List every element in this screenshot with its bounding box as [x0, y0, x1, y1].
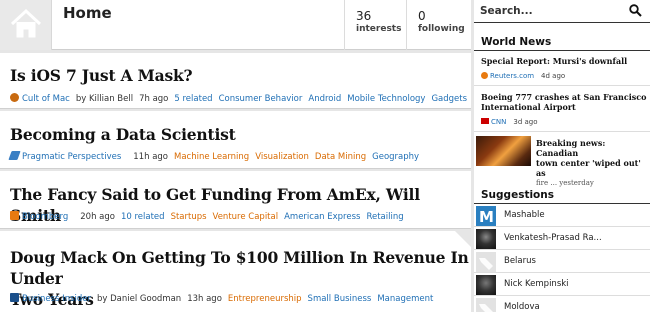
- home-button[interactable]: [0, 0, 52, 50]
- news-time: 4d ago: [541, 72, 566, 80]
- news-time: 3d ago: [513, 118, 538, 126]
- suggestion-item[interactable]: Belarus: [474, 251, 650, 273]
- topic-tag[interactable]: Startups: [171, 212, 207, 222]
- suggestion-name[interactable]: Moldova: [504, 302, 540, 312]
- topic-tag[interactable]: Retailing: [366, 212, 403, 222]
- article-card[interactable]: Doug Mack On Getting To $100 Million In …: [0, 231, 471, 312]
- article-meta: Business Insider by Daniel Goodman 13h ago…: [10, 293, 439, 305]
- suggestion-name[interactable]: Venkatesh-Prasad Ra...: [504, 233, 602, 243]
- article-meta: Pragmatic Perspectives 11h ago Machine Lea…: [8, 151, 425, 163]
- topic-tag[interactable]: Venture Capital: [213, 212, 279, 222]
- article-time: 20h ago: [80, 212, 115, 222]
- page-fold-corner: [455, 231, 471, 247]
- article-author: by Daniel Goodman: [97, 294, 182, 304]
- article-card[interactable]: Is iOS 7 Just A Mask? Cult of Mac by Kill…: [0, 53, 471, 109]
- article-source[interactable]: Bloomberg: [10, 211, 68, 222]
- article-meta: Bloomberg 20h ago 10 related Startups Ventur…: [10, 211, 410, 223]
- business-insider-icon: [10, 293, 19, 302]
- topic-tag[interactable]: American Express: [284, 212, 360, 222]
- search-bar: [474, 0, 650, 23]
- pragmatic-perspectives-icon: [8, 151, 21, 160]
- topic-tag[interactable]: Consumer Behavior: [219, 94, 303, 104]
- article-source[interactable]: Pragmatic Perspectives: [8, 151, 121, 162]
- article-title[interactable]: Becoming a Data Scientist: [10, 124, 236, 145]
- article-time: 13h ago: [187, 294, 222, 304]
- news-headline[interactable]: Breaking news: Canadian town center 'wip…: [536, 138, 650, 188]
- news-source[interactable]: CNN: [481, 118, 506, 126]
- suggestions-heading: Suggestions: [474, 188, 650, 204]
- topic-tag[interactable]: Gadgets: [431, 94, 467, 104]
- suggestion-item[interactable]: Moldova: [474, 297, 650, 312]
- article-title[interactable]: Is iOS 7 Just A Mask?: [10, 65, 193, 86]
- avatar: [476, 275, 496, 295]
- tag-placeholder-icon: [476, 298, 496, 312]
- interests-stat[interactable]: 36 interests: [344, 0, 406, 50]
- article-source[interactable]: Business Insider: [10, 293, 91, 304]
- suggestion-name[interactable]: Nick Kempinski: [504, 279, 569, 289]
- topic-tag[interactable]: Machine Learning: [174, 152, 249, 162]
- suggestion-item[interactable]: Nick Kempinski: [474, 274, 650, 296]
- topic-tag[interactable]: Data Mining: [315, 152, 366, 162]
- news-headline-line: Breaking news: Canadian: [536, 138, 606, 158]
- interests-count: 36: [356, 9, 372, 23]
- news-headline-line: fire ... yesterday: [536, 179, 594, 187]
- news-headline-line: town center 'wiped out' as: [536, 158, 641, 178]
- article-feed: Is iOS 7 Just A Mask? Cult of Mac by Kill…: [0, 51, 471, 312]
- article-source[interactable]: Cult of Mac: [10, 93, 70, 104]
- topic-tag[interactable]: Geography: [372, 152, 419, 162]
- news-source[interactable]: Reuters.com: [481, 72, 534, 80]
- news-item[interactable]: Boeing 777 crashes at San Francisco Inte…: [474, 87, 650, 132]
- article-meta: Cult of Mac by Killian Bell 7h ago 5 relate…: [10, 93, 473, 105]
- svg-text:M: M: [479, 208, 494, 226]
- news-headline[interactable]: Boeing 777 crashes at San Francisco Inte…: [481, 92, 646, 112]
- suggestion-name[interactable]: Mashable: [504, 210, 545, 220]
- suggestion-name[interactable]: Belarus: [504, 256, 536, 266]
- related-link[interactable]: 10 related: [121, 212, 165, 222]
- news-headline-line: Boeing 777 crashes at San Francisco: [481, 92, 647, 102]
- cnn-icon: [481, 118, 489, 124]
- topic-tag[interactable]: Entrepreneurship: [228, 294, 302, 304]
- following-stat[interactable]: 0 following: [406, 0, 471, 50]
- article-author: by Killian Bell: [75, 94, 134, 104]
- news-meta: Reuters.com 4d ago: [481, 72, 565, 81]
- suggestion-item[interactable]: M Mashable: [474, 205, 650, 227]
- following-count: 0: [418, 9, 426, 23]
- news-meta: CNN 3d ago: [481, 118, 538, 127]
- news-item[interactable]: Special Report: Mursi's downfall Reuters…: [474, 52, 650, 86]
- tag-placeholder-icon: [476, 252, 496, 272]
- article-time: 7h ago: [139, 94, 169, 104]
- related-link[interactable]: 5 related: [174, 94, 212, 104]
- reuters-icon: [481, 72, 488, 79]
- news-item[interactable]: Breaking news: Canadian town center 'wip…: [474, 133, 650, 187]
- topic-tag[interactable]: Management: [377, 294, 433, 304]
- news-headline-line: International Airport: [481, 102, 576, 112]
- avatar: [476, 229, 496, 249]
- article-card[interactable]: Becoming a Data Scientist Pragmatic Pers…: [0, 111, 471, 169]
- cult-of-mac-icon: [10, 93, 19, 102]
- home-icon: [10, 8, 42, 38]
- article-card[interactable]: The Fancy Said to Get Funding From AmEx,…: [0, 171, 471, 229]
- right-sidebar: World News Special Report: Mursi's downf…: [474, 0, 650, 312]
- suggestion-item[interactable]: Venkatesh-Prasad Ra...: [474, 228, 650, 250]
- search-input[interactable]: [480, 3, 620, 19]
- world-news-heading: World News: [474, 35, 650, 51]
- page-title: Home: [63, 4, 112, 22]
- topic-tag[interactable]: Visualization: [255, 152, 309, 162]
- interests-label: interests: [356, 24, 402, 34]
- article-time: 11h ago: [133, 152, 169, 162]
- top-header: Home 36 interests 0 following: [0, 0, 471, 50]
- topic-tag[interactable]: Android: [308, 94, 341, 104]
- mashable-logo: M: [476, 206, 496, 226]
- news-headline[interactable]: Special Report: Mursi's downfall: [481, 56, 627, 66]
- article-title-line: Doug Mack On Getting To $100 Million In …: [10, 248, 469, 288]
- search-icon[interactable]: [629, 4, 642, 17]
- bloomberg-icon: [10, 211, 19, 220]
- topic-tag[interactable]: Small Business: [308, 294, 372, 304]
- following-label: following: [418, 24, 465, 34]
- topic-tag[interactable]: Mobile Technology: [347, 94, 425, 104]
